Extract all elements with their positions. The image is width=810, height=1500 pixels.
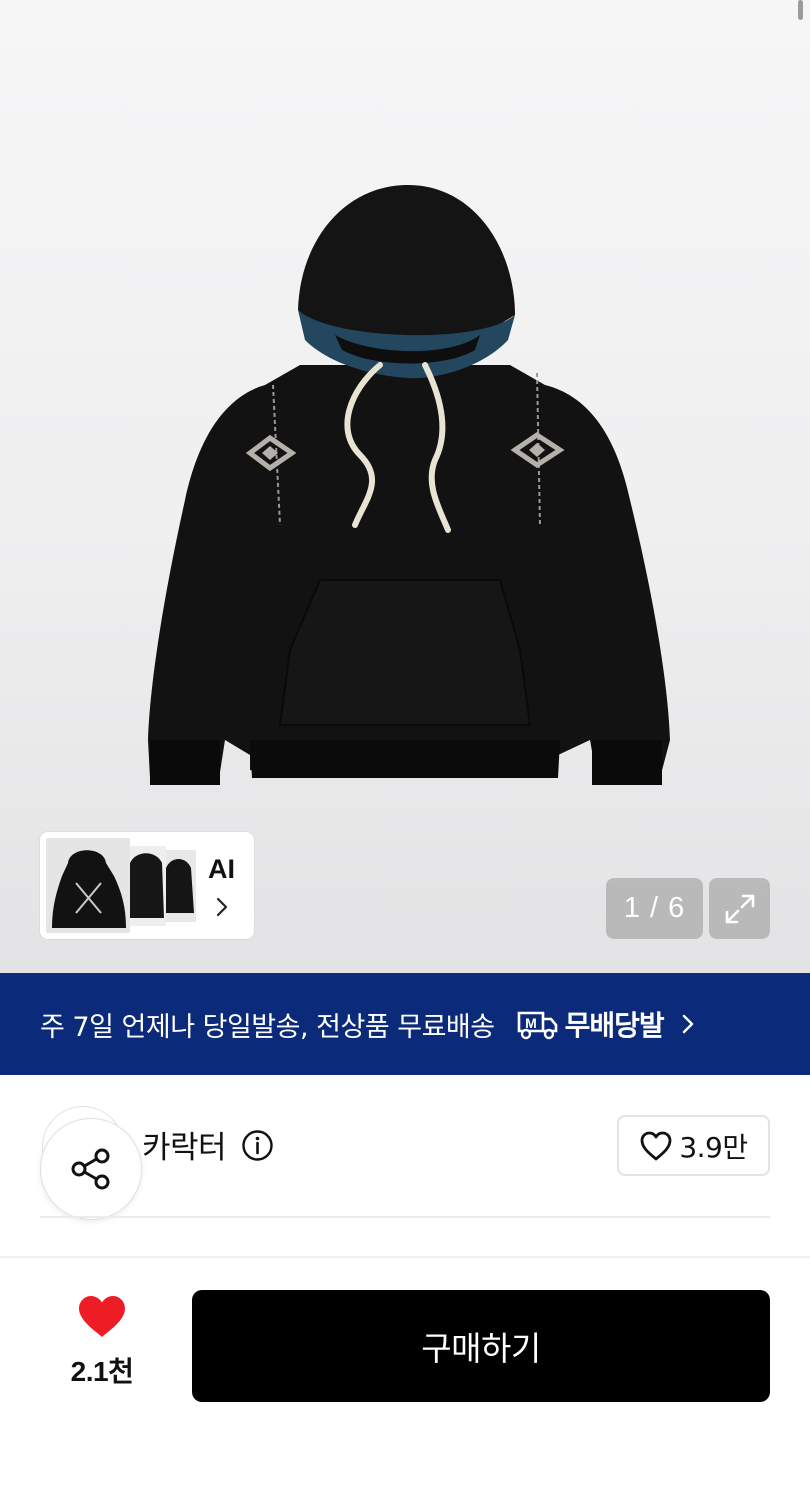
buy-button[interactable]: 구매하기 — [192, 1290, 770, 1402]
expand-arrows-icon — [725, 894, 754, 923]
delivery-truck-icon: M — [517, 1011, 557, 1040]
product-hoodie-image — [148, 185, 670, 785]
chevron-right-icon — [682, 1014, 693, 1034]
image-page-counter: 1 / 6 — [606, 878, 703, 939]
logo-text: 무배당발 — [564, 1009, 665, 1042]
wishlist-button[interactable]: 2.1천 — [52, 1294, 152, 1394]
logo-badge: M — [525, 1015, 537, 1031]
wishlist-count: 2.1천 — [70, 1356, 134, 1387]
scrollbar-thumb[interactable] — [798, 0, 803, 20]
ai-recommendation-card[interactable]: AI — [40, 832, 254, 939]
brand-like-count: 3.9만 — [679, 1130, 748, 1164]
share-icon — [71, 1148, 110, 1190]
delivery-logo: M 무배당발 — [515, 1004, 665, 1044]
info-icon[interactable] — [241, 1129, 274, 1162]
share-button[interactable] — [40, 1118, 142, 1220]
product-image-gallery[interactable]: AI 1 / 6 — [0, 0, 810, 973]
expand-image-button[interactable] — [709, 878, 770, 939]
brand-like-button[interactable]: 3.9만 — [617, 1115, 770, 1176]
brand-name[interactable]: 카락터 — [142, 1122, 227, 1167]
chevron-right-icon — [216, 897, 228, 917]
ai-label: AI — [208, 854, 235, 884]
bottom-bar-divider — [0, 1256, 810, 1258]
divider — [40, 1216, 770, 1218]
heart-filled-icon — [79, 1296, 125, 1337]
ai-thumbnail-stack — [46, 838, 196, 933]
free-delivery-banner[interactable]: 주 7일 언제나 당일발송, 전상품 무료배송 M 무배당발 — [0, 973, 810, 1075]
heart-outline-icon — [640, 1131, 672, 1160]
banner-text: 주 7일 언제나 당일발송, 전상품 무료배송 — [40, 1011, 495, 1043]
